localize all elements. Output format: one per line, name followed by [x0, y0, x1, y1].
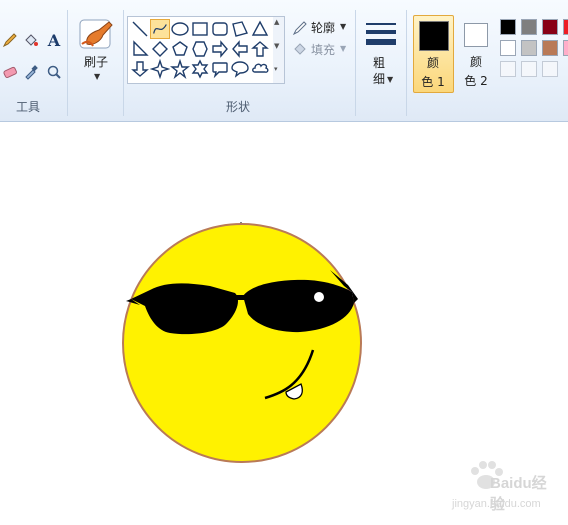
- palette-swatch[interactable]: [563, 40, 568, 56]
- gallery-expand-icon[interactable]: ▾: [274, 65, 278, 73]
- size-label: 粗细: [373, 56, 386, 86]
- color2-label: 颜色 2: [464, 55, 488, 88]
- separator: [406, 10, 407, 116]
- brush-dropdown-arrow[interactable]: ▼: [94, 72, 100, 81]
- polygon-shape-icon[interactable]: [230, 19, 250, 39]
- five-point-star-shape-icon[interactable]: [170, 59, 190, 79]
- separator: [123, 10, 124, 116]
- color2-button[interactable]: 颜色 2: [459, 15, 497, 93]
- line-shape-icon[interactable]: [130, 19, 150, 39]
- magnifier-icon[interactable]: [44, 62, 64, 82]
- shapes-gallery: [127, 16, 275, 84]
- four-point-star-shape-icon[interactable]: [150, 59, 170, 79]
- brush-label: 刷子: [84, 55, 109, 69]
- palette-swatch[interactable]: [542, 61, 558, 77]
- rounded-callout-shape-icon[interactable]: [210, 59, 230, 79]
- scroll-up-icon[interactable]: ▲: [274, 18, 279, 26]
- palette-swatch[interactable]: [521, 19, 537, 35]
- rectangle-shape-icon[interactable]: [190, 19, 210, 39]
- up-arrow-shape-icon[interactable]: [250, 39, 270, 59]
- diamond-shape-icon[interactable]: [150, 39, 170, 59]
- fill-dropdown-arrow[interactable]: ▼: [340, 44, 346, 53]
- palette-swatch[interactable]: [500, 61, 516, 77]
- watermark-url: jingyan.baidu.com: [452, 498, 541, 510]
- down-arrow-shape-icon[interactable]: [130, 59, 150, 79]
- brush-icon: [79, 19, 113, 49]
- oval-shape-icon[interactable]: [170, 19, 190, 39]
- right-triangle-shape-icon[interactable]: [130, 39, 150, 59]
- palette-swatch[interactable]: [563, 19, 568, 35]
- pentagon-shape-icon[interactable]: [170, 39, 190, 59]
- line-width-icon: [366, 23, 396, 45]
- fill-bucket-icon[interactable]: [21, 30, 41, 50]
- curve-shape-icon[interactable]: [150, 19, 170, 39]
- separator: [67, 10, 68, 116]
- smiley-face: [122, 223, 362, 463]
- outline-dropdown-arrow[interactable]: ▼: [340, 22, 346, 31]
- palette-swatch[interactable]: [500, 40, 516, 56]
- right-arrow-shape-icon[interactable]: [210, 39, 230, 59]
- color1-label: 颜色 1: [421, 56, 445, 89]
- color1-swatch: [419, 21, 449, 51]
- color2-swatch: [464, 23, 488, 47]
- oval-callout-shape-icon[interactable]: [230, 59, 250, 79]
- color1-button[interactable]: 颜色 1: [413, 15, 454, 93]
- shapes-group-label: 形状: [226, 100, 251, 114]
- outline-icon[interactable]: [291, 19, 309, 37]
- pencil-icon[interactable]: [0, 30, 20, 50]
- fill-label[interactable]: 填充: [311, 41, 335, 58]
- rounded-rectangle-shape-icon[interactable]: [210, 19, 230, 39]
- watermark: Baidu经验 jingyan.baidu.com: [430, 458, 560, 516]
- six-point-star-shape-icon[interactable]: [190, 59, 210, 79]
- color-picker-icon[interactable]: [21, 62, 41, 82]
- palette-swatch[interactable]: [521, 61, 537, 77]
- left-arrow-shape-icon[interactable]: [230, 39, 250, 59]
- separator: [355, 10, 356, 116]
- fill-icon[interactable]: [291, 40, 309, 58]
- tools-group-label: 工具: [16, 100, 41, 114]
- glasses-glare: [314, 292, 324, 302]
- outline-label[interactable]: 轮廓: [311, 19, 335, 36]
- text-tool-icon[interactable]: A: [44, 30, 64, 50]
- hexagon-shape-icon[interactable]: [190, 39, 210, 59]
- ribbon: A 工具 刷子 ▼ ▲ ▼ ▾ 轮廓 ▼ 填充 ▼ 形状 粗 细 ▼ 颜 色 1…: [0, 0, 568, 122]
- palette-swatch[interactable]: [542, 40, 558, 56]
- palette-swatch[interactable]: [542, 19, 558, 35]
- shapes-gallery-scrollbar[interactable]: ▲ ▼ ▾: [273, 16, 285, 84]
- scroll-down-icon[interactable]: ▼: [274, 42, 279, 50]
- size-dropdown-arrow[interactable]: ▼: [387, 75, 393, 84]
- cloud-callout-shape-icon[interactable]: [250, 59, 270, 79]
- palette-swatch[interactable]: [500, 19, 516, 35]
- palette-swatch[interactable]: [521, 40, 537, 56]
- triangle-shape-icon[interactable]: [250, 19, 270, 39]
- eraser-icon[interactable]: [0, 62, 20, 82]
